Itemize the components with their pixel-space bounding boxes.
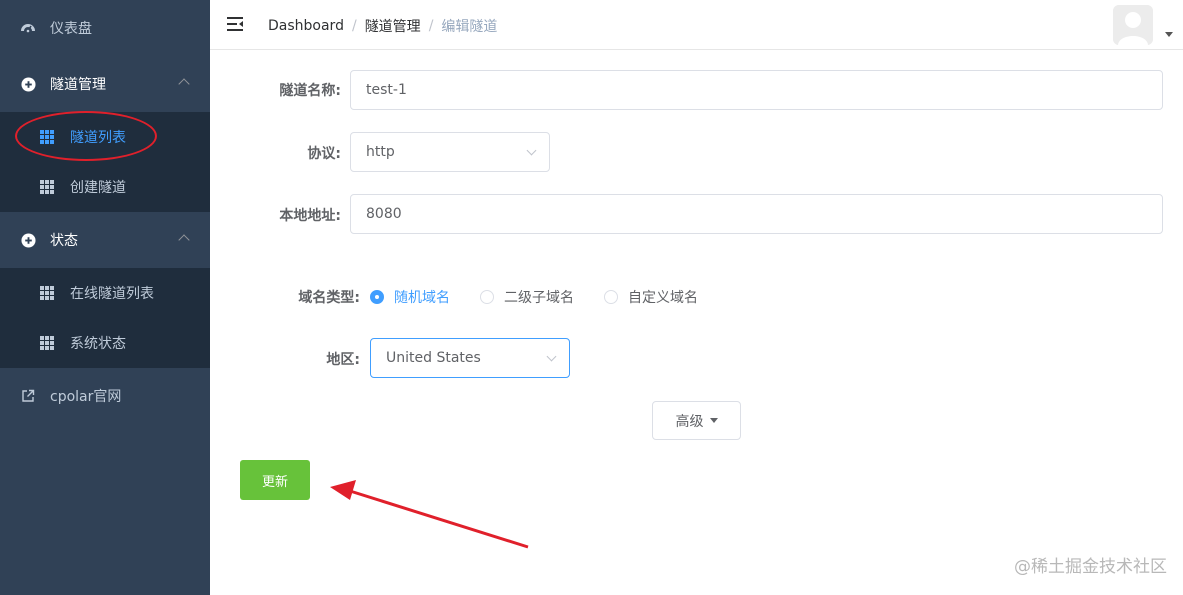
radio-label: 自定义域名 [628, 290, 698, 306]
submenu-tunnel-items: 隧道列表 创建隧道 [0, 112, 210, 212]
external-link-icon [20, 388, 36, 404]
sidebar-item-label: 隧道列表 [70, 130, 126, 146]
submenu-label: 隧道管理 [50, 77, 106, 93]
caret-down-icon[interactable] [1165, 32, 1173, 37]
chevron-down-icon [546, 351, 557, 362]
avatar[interactable] [1113, 5, 1153, 45]
label-region: 地区: [326, 352, 360, 368]
update-label: 更新 [261, 474, 288, 490]
label-domain-type: 域名类型: [298, 290, 360, 306]
local-address-value: 8080 [366, 206, 402, 222]
radio-subdomain[interactable]: 二级子域名 [480, 287, 574, 307]
local-address-input[interactable]: 8080 [350, 194, 1163, 234]
submenu-label: 状态 [50, 233, 78, 249]
label-local-address: 本地地址: [279, 208, 341, 224]
speedometer-icon [20, 20, 36, 36]
sidebar-item-system-status[interactable]: 系统状态 [0, 318, 210, 368]
table-icon [40, 130, 54, 144]
hamburger-menu-icon[interactable] [227, 15, 245, 33]
radio-dot [480, 290, 494, 304]
radio-label: 二级子域名 [504, 290, 574, 306]
chevron-up-icon [178, 78, 190, 90]
sidebar-item-online-tunnels[interactable]: 在线隧道列表 [0, 268, 210, 318]
sidebar-item-website[interactable]: cpolar官网 [0, 368, 210, 424]
table-icon [40, 336, 54, 350]
radio-custom-domain[interactable]: 自定义域名 [604, 287, 698, 307]
label-tunnel-name: 隧道名称: [279, 83, 341, 99]
protocol-select[interactable]: http [350, 132, 550, 172]
caret-down-icon [709, 418, 718, 423]
sidebar-item-label: 在线隧道列表 [70, 286, 154, 302]
advanced-button[interactable]: 高级 [652, 401, 741, 440]
sidebar-item-tunnel-list[interactable]: 隧道列表 [0, 112, 210, 162]
label-protocol: 协议: [307, 146, 341, 162]
region-select[interactable]: United States [370, 338, 570, 378]
table-icon [40, 180, 54, 194]
tunnel-name-input[interactable]: test-1 [350, 70, 1163, 110]
advanced-label: 高级 [675, 413, 704, 430]
sidebar-item-label: 系统状态 [70, 336, 126, 352]
submenu-status[interactable]: 状态 [0, 212, 210, 268]
breadcrumb-current: 编辑隧道 [441, 19, 498, 35]
top-navbar: Dashboard / 隧道管理 / 编辑隧道 [210, 0, 1183, 50]
breadcrumb-dashboard[interactable]: Dashboard [268, 18, 344, 34]
breadcrumb-tunnel-management[interactable]: 隧道管理 [365, 16, 421, 36]
chevron-up-icon [178, 234, 190, 246]
radio-dot [370, 290, 384, 304]
radio-label: 随机域名 [394, 290, 450, 306]
radio-dot [604, 290, 618, 304]
sidebar-item-label: 仪表盘 [50, 21, 92, 37]
protocol-value: http [366, 144, 395, 160]
sidebar-item-label: cpolar官网 [50, 389, 122, 405]
sidebar-item-create-tunnel[interactable]: 创建隧道 [0, 162, 210, 212]
radio-random-domain[interactable]: 随机域名 [370, 287, 450, 307]
breadcrumb: Dashboard / 隧道管理 / 编辑隧道 [268, 16, 498, 36]
tunnel-name-value: test-1 [366, 82, 407, 98]
sidebar: 仪表盘 隧道管理 隧道列表 创建隧道 状态 在线隧道列表 系统状态 cpolar… [0, 0, 210, 595]
chevron-down-icon [526, 145, 537, 156]
submenu-tunnel-management[interactable]: 隧道管理 [0, 56, 210, 112]
plus-circle-icon [20, 232, 36, 248]
sidebar-item-dashboard[interactable]: 仪表盘 [0, 0, 210, 56]
sidebar-item-label: 创建隧道 [70, 180, 126, 196]
table-icon [40, 286, 54, 300]
region-value: United States [386, 350, 481, 366]
update-button[interactable]: 更新 [240, 460, 310, 500]
submenu-status-items: 在线隧道列表 系统状态 [0, 268, 210, 368]
plus-circle-icon [20, 76, 36, 92]
watermark: @稀土掘金技术社区 [1014, 557, 1167, 577]
